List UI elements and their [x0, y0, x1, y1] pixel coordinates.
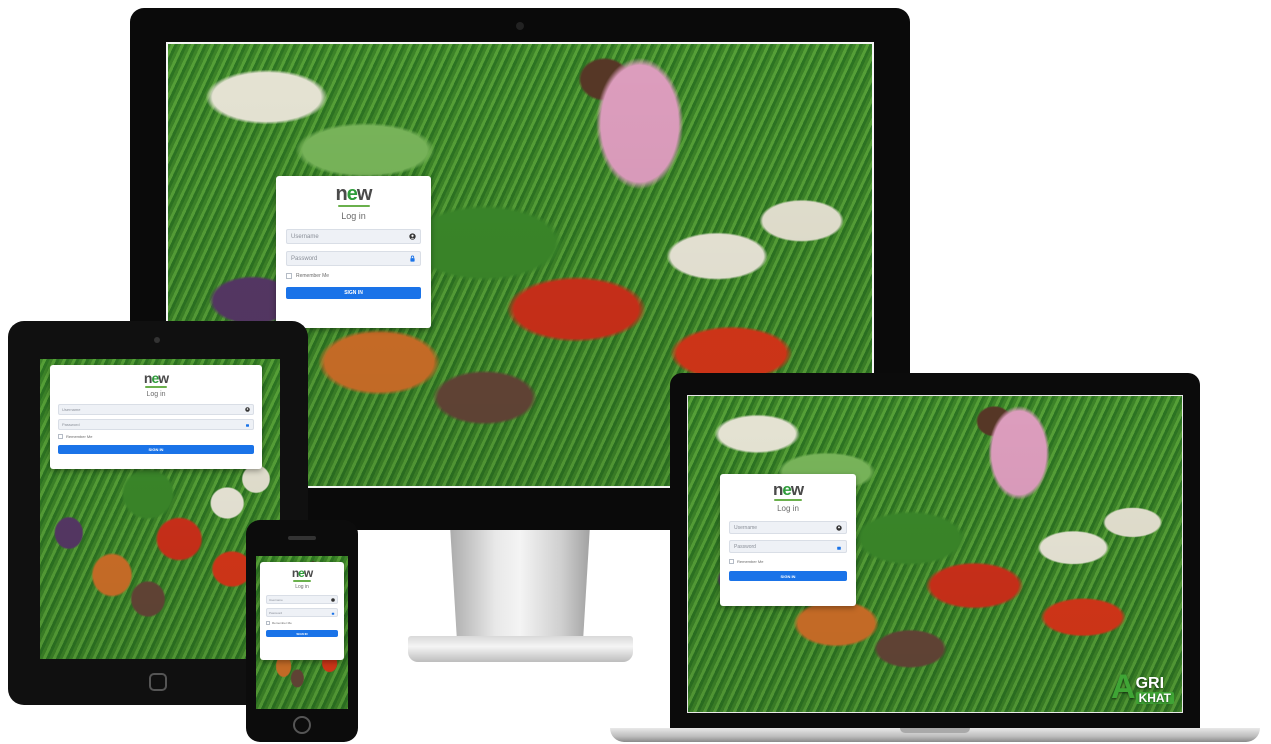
- password-input[interactable]: Password: [286, 251, 421, 266]
- agri-logo-letter: A: [1111, 668, 1136, 706]
- remember-label: Remember Me: [272, 621, 292, 625]
- user-icon: [245, 407, 250, 412]
- laptop-notch: [900, 728, 970, 733]
- remember-label: Remember Me: [737, 559, 764, 564]
- login-title: Log in: [341, 211, 366, 221]
- camera: [516, 22, 524, 30]
- tablet-screen: new Log in Username Password Remember Me: [40, 359, 280, 659]
- logo: new: [143, 370, 169, 388]
- username-input[interactable]: Username: [58, 404, 254, 415]
- remember-label: Remember Me: [66, 434, 93, 439]
- phone-screen: new Log in Username Password Remember Me: [256, 556, 348, 709]
- logo: new: [772, 480, 804, 501]
- smartphone: new Log in Username Password Remember Me: [246, 520, 358, 742]
- remember-checkbox[interactable]: [58, 434, 63, 439]
- remember-checkbox[interactable]: [266, 621, 270, 625]
- user-icon: [331, 597, 335, 602]
- remember-checkbox[interactable]: [286, 273, 292, 279]
- remember-me[interactable]: Remember Me: [266, 621, 338, 625]
- password-input[interactable]: Password: [729, 540, 847, 553]
- login-card: new Log in Username Password Remember Me: [260, 562, 344, 660]
- username-placeholder: Username: [269, 597, 283, 602]
- remember-me[interactable]: Remember Me: [729, 559, 847, 564]
- signin-button[interactable]: SIGN IN: [729, 571, 847, 581]
- password-input[interactable]: Password: [58, 419, 254, 430]
- password-placeholder: Password: [62, 422, 80, 427]
- phone-speaker: [288, 536, 316, 540]
- login-card: new Log in Username Password Remember Me: [50, 365, 262, 469]
- user-icon: [836, 524, 842, 531]
- username-placeholder: Username: [734, 524, 758, 531]
- laptop-screen: new Log in Username Password Remember Me: [687, 395, 1183, 713]
- login-card: new Log in Username Password Remember Me: [720, 474, 856, 606]
- username-placeholder: Username: [62, 407, 81, 412]
- login-card: new Log in Username Password Remember Me: [276, 176, 431, 328]
- logo: new: [335, 183, 372, 207]
- home-button[interactable]: [293, 716, 311, 734]
- password-placeholder: Password: [734, 543, 756, 550]
- signin-button[interactable]: SIGN IN: [58, 445, 254, 454]
- password-input[interactable]: Password: [266, 608, 338, 617]
- agri-logo-line1: GRI: [1135, 675, 1165, 692]
- signin-button[interactable]: SIGN IN: [266, 630, 338, 637]
- user-icon: [409, 233, 416, 240]
- login-title: Log in: [777, 504, 799, 513]
- laptop: new Log in Username Password Remember Me: [670, 373, 1200, 728]
- lock-icon: [409, 255, 416, 262]
- remember-checkbox[interactable]: [729, 559, 734, 564]
- remember-label: Remember Me: [296, 273, 330, 279]
- lock-icon: [245, 422, 250, 427]
- remember-me[interactable]: Remember Me: [286, 273, 421, 279]
- password-placeholder: Password: [291, 255, 318, 262]
- logo: new: [291, 566, 313, 582]
- camera: [154, 337, 160, 343]
- agri-logo-line2: KHAT: [1135, 692, 1174, 704]
- lock-icon: [331, 611, 335, 615]
- login-title: Log in: [146, 391, 166, 398]
- username-placeholder: Username: [291, 233, 319, 240]
- username-input[interactable]: Username: [729, 521, 847, 534]
- signin-button[interactable]: SIGN IN: [286, 287, 421, 299]
- password-placeholder: Password: [269, 610, 283, 615]
- username-input[interactable]: Username: [266, 595, 338, 604]
- remember-me[interactable]: Remember Me: [58, 434, 254, 439]
- lock-icon: [836, 544, 842, 550]
- username-input[interactable]: Username: [286, 229, 421, 244]
- monitor-stand: [450, 530, 590, 640]
- monitor-stand-base: [408, 636, 633, 662]
- login-title: Log in: [295, 584, 309, 590]
- home-button[interactable]: [149, 673, 167, 691]
- agri-khata-logo: A GRI KHAT: [1111, 670, 1174, 704]
